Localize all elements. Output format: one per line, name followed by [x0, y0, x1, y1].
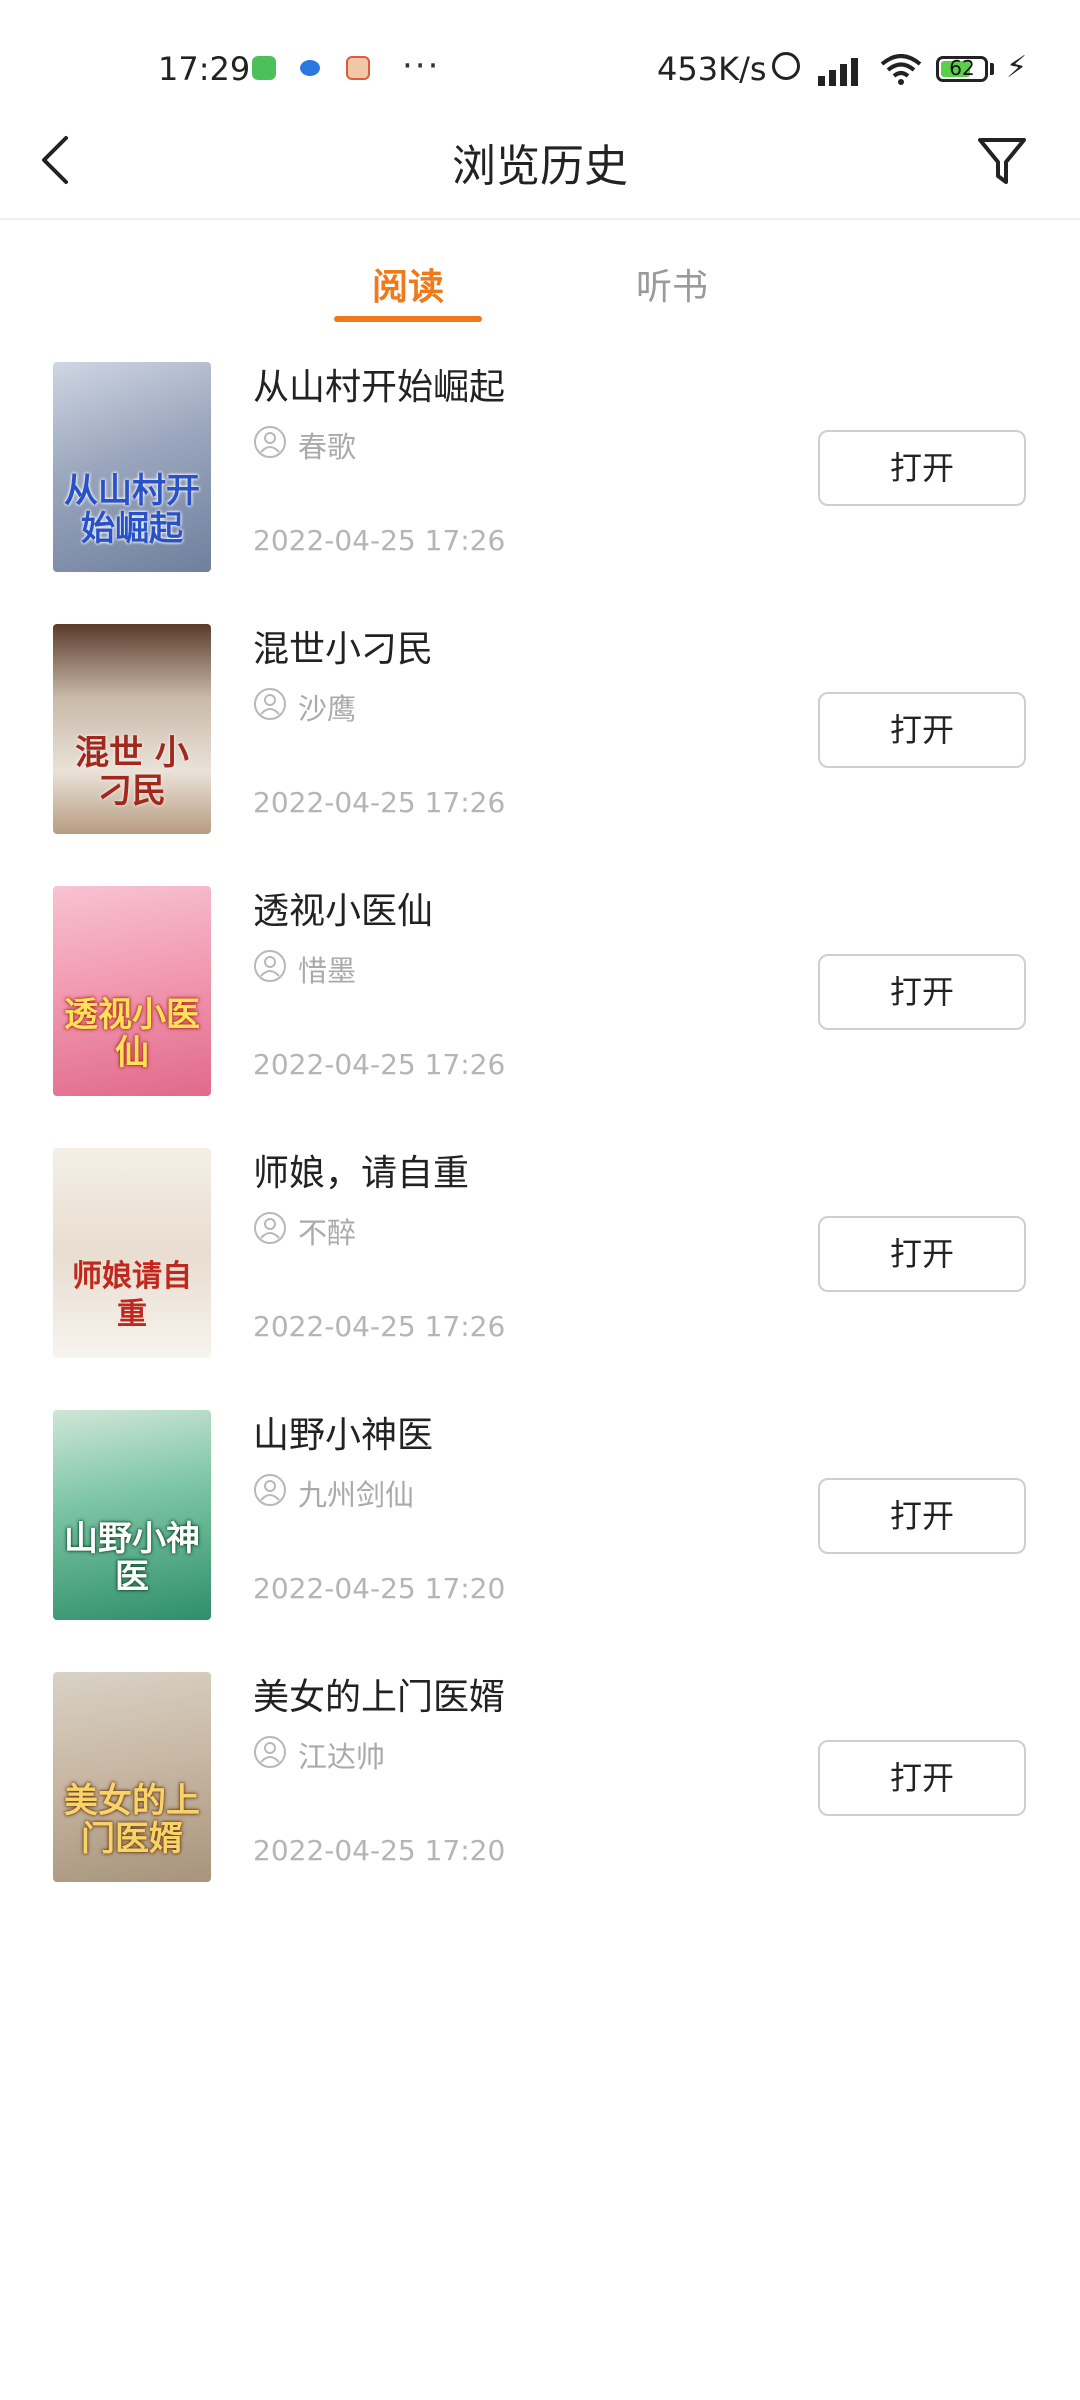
read-time: 2022-04-25 17:20 [253, 1572, 506, 1605]
author-name: 惜墨 [298, 954, 357, 988]
author-name: 不醉 [298, 1216, 357, 1250]
author-name: 江达帅 [298, 1740, 386, 1774]
book-cover[interactable]: 山野小神医 [53, 1410, 211, 1620]
cover-title: 透视小医仙 [64, 995, 200, 1073]
game-app-icon [346, 56, 370, 80]
tab-bar: 阅读 听书 [0, 220, 1080, 330]
book-cover[interactable]: 混世 小刁民 [53, 624, 211, 834]
filter-button[interactable] [972, 128, 1032, 192]
network-speed: 453K/s [657, 50, 767, 88]
battery-icon: 62 [936, 56, 988, 82]
more-notifications-icon: ··· [402, 46, 441, 86]
top-bar: 浏览历史 [0, 100, 1080, 220]
author-name: 春歌 [298, 430, 357, 464]
book-cover[interactable]: 从山村开始崛起 [53, 362, 211, 572]
open-button[interactable]: 打开 [818, 1478, 1026, 1554]
tab-read[interactable]: 阅读 [372, 258, 444, 310]
signal-icon [818, 56, 868, 86]
cover-title: 从山村开始崛起 [64, 471, 200, 549]
list-item[interactable]: 师娘请自重 师娘，请自重 不醉 2022-04-25 17:26 打开 [0, 1116, 1080, 1378]
list-item[interactable]: 从山村开始崛起 从山村开始崛起 春歌 2022-04-25 17:26 打开 [0, 330, 1080, 592]
read-time: 2022-04-25 17:26 [253, 786, 506, 819]
charging-icon: ⚡ [1006, 50, 1028, 85]
book-title: 山野小神医 [253, 1415, 434, 1456]
list-item[interactable]: 透视小医仙 透视小医仙 惜墨 2022-04-25 17:26 打开 [0, 854, 1080, 1116]
battery-level: 62 [949, 56, 975, 80]
book-title: 从山村开始崛起 [253, 367, 506, 408]
wifi-icon [880, 54, 922, 95]
user-icon [254, 688, 286, 720]
alarm-icon [772, 52, 800, 80]
open-button[interactable]: 打开 [818, 692, 1026, 768]
book-title: 混世小刁民 [253, 629, 434, 670]
list-item[interactable]: 山野小神医 山野小神医 九州剑仙 2022-04-25 17:20 打开 [0, 1378, 1080, 1640]
user-icon [254, 950, 286, 982]
book-cover[interactable]: 美女的上门医婿 [53, 1672, 211, 1882]
tab-listen[interactable]: 听书 [636, 258, 708, 310]
chat-app-icon [252, 56, 276, 80]
browser-app-icon [300, 60, 320, 76]
active-tab-indicator [334, 316, 482, 322]
open-button[interactable]: 打开 [818, 954, 1026, 1030]
cover-title: 混世 小刁民 [75, 733, 189, 811]
read-time: 2022-04-25 17:20 [253, 1834, 506, 1867]
read-time: 2022-04-25 17:26 [253, 524, 506, 557]
open-button[interactable]: 打开 [818, 1740, 1026, 1816]
book-title: 美女的上门医婿 [253, 1677, 506, 1718]
book-cover[interactable]: 透视小医仙 [53, 886, 211, 1096]
status-time: 17:29 [158, 50, 251, 88]
cover-title: 山野小神医 [64, 1519, 200, 1597]
author-name: 沙鹰 [298, 692, 357, 726]
author-name: 九州剑仙 [298, 1478, 415, 1512]
list-item[interactable]: 混世 小刁民 混世小刁民 沙鹰 2022-04-25 17:26 打开 [0, 592, 1080, 854]
user-icon [254, 426, 286, 458]
open-button[interactable]: 打开 [818, 1216, 1026, 1292]
user-icon [254, 1736, 286, 1768]
read-time: 2022-04-25 17:26 [253, 1048, 506, 1081]
cover-title: 美女的上门医婿 [64, 1781, 200, 1859]
page-title: 浏览历史 [452, 141, 628, 192]
user-icon [254, 1474, 286, 1506]
read-time: 2022-04-25 17:26 [253, 1310, 506, 1343]
book-cover[interactable]: 师娘请自重 [53, 1148, 211, 1358]
user-icon [254, 1212, 286, 1244]
filter-funnel-icon [978, 138, 1026, 184]
book-title: 师娘，请自重 [253, 1153, 470, 1194]
book-title: 透视小医仙 [253, 891, 434, 932]
cover-title: 师娘请自重 [72, 1259, 192, 1332]
open-button[interactable]: 打开 [818, 430, 1026, 506]
list-item[interactable]: 美女的上门医婿 美女的上门医婿 江达帅 2022-04-25 17:20 打开 [0, 1640, 1080, 1902]
